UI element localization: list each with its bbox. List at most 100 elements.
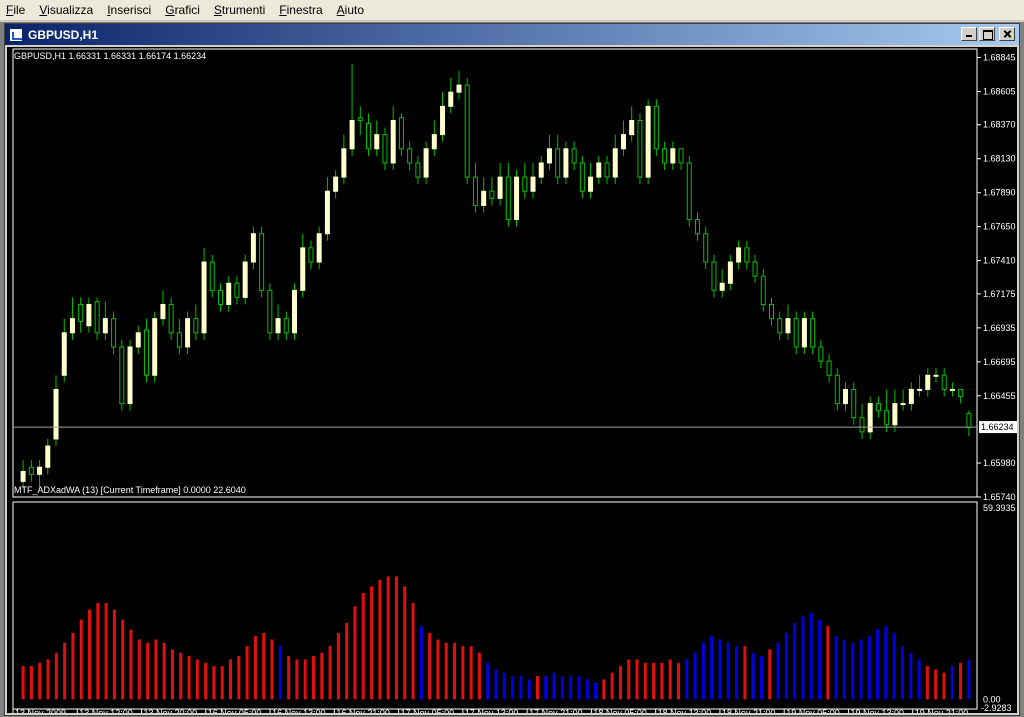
maximize-button[interactable] [979,27,995,41]
indicator-panel-header: MTF_ADXadWA (13) [Current Timeframe] 0.0… [14,485,246,495]
histogram-bar [21,666,25,700]
candle-body [324,190,330,235]
menu-grafici[interactable]: Grafici [159,3,208,17]
minimize-button[interactable] [961,27,977,41]
window-titlebar[interactable]: GBPUSD,H1 [5,24,1019,45]
price-tick-label: 1.66935 [983,323,1016,333]
candle-body [670,148,676,164]
histogram-bar [809,612,813,700]
menu-strumenti[interactable]: Strumenti [208,3,273,17]
price-tick-label: 1.67175 [983,289,1016,299]
histogram-bar [560,676,564,700]
histogram-bar [726,642,730,700]
histogram-bar [353,606,357,700]
candle-body [645,105,651,178]
price-tick-label: 1.67650 [983,222,1016,232]
menu-aiuto[interactable]: Aiuto [331,3,372,17]
histogram-bar [784,632,788,700]
menu-inserisci[interactable]: Inserisci [101,3,159,17]
candle-body [341,148,347,178]
histogram-bar [511,676,515,700]
histogram-bar [627,659,631,700]
candle-body [127,346,133,405]
histogram-bar [195,659,199,700]
close-button[interactable] [999,27,1015,41]
menu-visualizza[interactable]: Visualizza [33,3,101,17]
histogram-bar [519,676,523,700]
histogram-bar [287,656,291,700]
histogram-bar [278,646,282,700]
mdi-workspace: GBPUSD,H1 1.68845 1.68605 1.68370 1.68130 1.… [0,22,1024,717]
histogram-bar [486,662,490,700]
candle-body [744,247,750,263]
time-axis-label: 18 Nov 13:00 [658,708,712,713]
candle-body [810,318,816,348]
menu-file[interactable]: File [0,3,33,17]
histogram-bar [701,642,705,700]
candle-body [390,119,396,164]
candle-body [259,233,265,291]
histogram-bar [552,672,556,700]
candle-body [653,105,659,150]
candle-body [958,388,964,398]
candle-body [168,303,174,334]
candle-body [275,318,281,334]
histogram-bar [801,616,805,700]
histogram-bar [461,646,465,700]
histogram-bar [204,662,208,700]
histogram-bar [394,576,398,700]
histogram-bar [303,659,307,700]
time-axis-label: 16 Nov 05:00 [208,708,262,713]
candle-body [464,84,470,178]
histogram-bar [295,659,299,700]
histogram-bar [361,592,365,700]
candle-body [415,162,421,178]
candle-body [522,176,528,192]
chart-area[interactable]: 1.68845 1.68605 1.68370 1.68130 1.67890 1.676… [7,47,1017,713]
price-tick-label: 1.67410 [983,256,1016,266]
histogram-bar [776,642,780,700]
candle-body [637,119,643,178]
histogram-bar [793,622,797,700]
candle-body [546,148,552,164]
histogram-bar [959,662,963,700]
candle-body [440,105,446,136]
histogram-bar [444,642,448,700]
candle-body [752,261,758,277]
histogram-bar [469,646,473,700]
histogram-bar [162,642,166,700]
menu-finestra[interactable]: Finestra [273,3,330,17]
candle-body [719,282,725,291]
candle-body [135,332,141,348]
histogram-bar [494,669,498,700]
histogram-bar [121,619,125,700]
candle-body [78,303,84,322]
candle-body [801,318,807,348]
histogram-bar [660,662,664,700]
candle-body [826,360,832,376]
histogram-bar [270,639,274,700]
histogram-bar [370,586,374,700]
candle-body [201,261,207,334]
histogram-bar [884,626,888,700]
candle-body [727,261,733,284]
candle-body [250,233,256,263]
candle-body [604,162,610,178]
histogram-bar [668,659,672,700]
histogram-bar [867,636,871,700]
chart-canvas[interactable]: 1.68845 1.68605 1.68370 1.68130 1.67890 1.676… [7,47,1017,713]
chart-window-icon[interactable] [9,27,23,42]
histogram-bar [54,652,58,700]
candle-body [900,403,906,406]
candle-body [69,318,75,334]
candle-body [933,374,939,377]
candle-body [143,329,149,376]
candle-body [283,318,289,334]
histogram-bar [170,649,174,700]
candle-body [884,410,890,426]
histogram-bar [436,639,440,700]
candle-body [300,247,306,291]
candle-body [61,332,67,376]
histogram-bar [967,659,971,700]
histogram-bar [759,656,763,700]
